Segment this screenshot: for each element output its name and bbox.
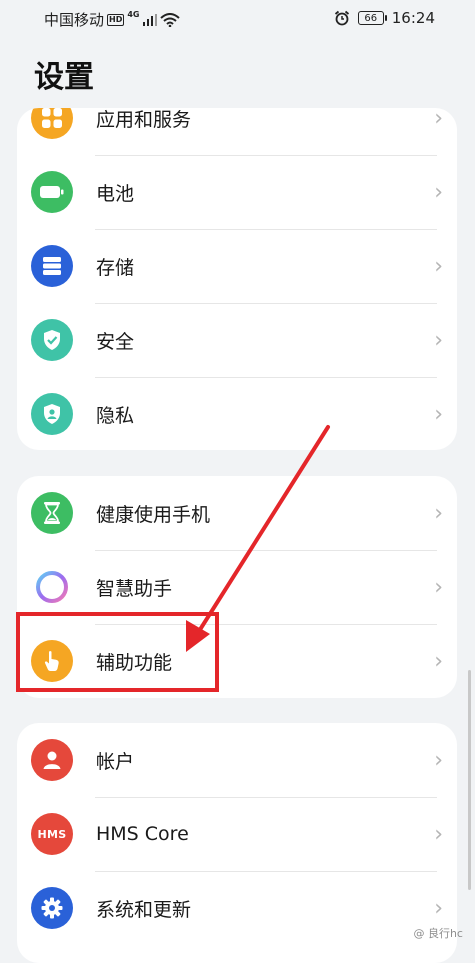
settings-item-label: 电池 bbox=[96, 182, 135, 205]
settings-item-privacy[interactable]: 隐私 › bbox=[17, 377, 457, 450]
wifi-icon bbox=[159, 12, 180, 27]
carrier-name: 中国移动 bbox=[44, 11, 105, 29]
settings-item-label: 系统和更新 bbox=[96, 898, 192, 921]
watermark: @ 良行hc bbox=[413, 927, 463, 940]
hd-badge: HD bbox=[107, 13, 125, 26]
settings-item-system-update[interactable]: 系统和更新 › bbox=[17, 871, 457, 945]
settings-group-3: 帐户 › HMS HMS Core › 系统和更新 › bbox=[17, 723, 457, 963]
chevron-right-icon: › bbox=[434, 895, 443, 921]
hms-icon: HMS bbox=[31, 813, 73, 855]
chevron-right-icon: › bbox=[434, 574, 443, 600]
gear-icon bbox=[31, 887, 73, 929]
settings-item-label: 安全 bbox=[96, 330, 135, 353]
settings-item-storage[interactable]: 存储 › bbox=[17, 229, 457, 303]
settings-item-battery[interactable]: 电池 › bbox=[17, 155, 457, 229]
user-icon bbox=[31, 739, 73, 781]
chevron-right-icon: › bbox=[434, 253, 443, 279]
alarm-icon bbox=[334, 10, 349, 26]
chevron-right-icon: › bbox=[434, 648, 443, 674]
battery-icon bbox=[31, 171, 73, 213]
settings-item-account[interactable]: 帐户 › bbox=[17, 723, 457, 797]
chevron-right-icon: › bbox=[434, 327, 443, 353]
storage-icon bbox=[31, 245, 73, 287]
network-type: 4G bbox=[127, 10, 140, 19]
battery-indicator: 66 bbox=[357, 11, 387, 25]
clock: 16:24 bbox=[391, 9, 435, 27]
smart-assistant-icon bbox=[31, 566, 73, 608]
page-title: 设置 bbox=[34, 60, 94, 95]
settings-item-digital-balance[interactable]: 健康使用手机 › bbox=[17, 476, 457, 550]
settings-item-label: 智慧助手 bbox=[96, 577, 173, 600]
settings-item-hms-core[interactable]: HMS HMS Core › bbox=[17, 797, 457, 871]
settings-item-label: HMS Core bbox=[96, 823, 189, 845]
settings-item-security[interactable]: 安全 › bbox=[17, 303, 457, 377]
settings-item-label: 隐私 bbox=[96, 404, 135, 427]
settings-item-label: 健康使用手机 bbox=[96, 503, 211, 526]
shield-check-icon bbox=[31, 319, 73, 361]
settings-item-label: 应用和服务 bbox=[96, 108, 192, 131]
scrollbar[interactable] bbox=[468, 670, 471, 890]
chevron-right-icon: › bbox=[434, 747, 443, 773]
status-bar: 中国移动 HD 4G 66 16:24 bbox=[0, 0, 475, 36]
chevron-right-icon: › bbox=[434, 108, 443, 131]
highlight-box bbox=[16, 612, 219, 692]
signal-icon bbox=[142, 13, 157, 26]
privacy-shield-icon bbox=[31, 393, 73, 435]
apps-icon bbox=[31, 108, 73, 139]
hourglass-icon bbox=[31, 492, 73, 534]
settings-item-apps-services[interactable]: 应用和服务 › bbox=[17, 108, 457, 155]
chevron-right-icon: › bbox=[434, 500, 443, 526]
settings-item-label: 帐户 bbox=[96, 750, 135, 773]
settings-item-label: 存储 bbox=[96, 256, 135, 279]
hms-icon-text: HMS bbox=[37, 827, 67, 841]
settings-group-1: 应用和服务 › 电池 › 存储 › 安全 › 隐私 › bbox=[17, 108, 457, 450]
chevron-right-icon: › bbox=[434, 821, 443, 847]
chevron-right-icon: › bbox=[434, 179, 443, 205]
chevron-right-icon: › bbox=[434, 401, 443, 427]
